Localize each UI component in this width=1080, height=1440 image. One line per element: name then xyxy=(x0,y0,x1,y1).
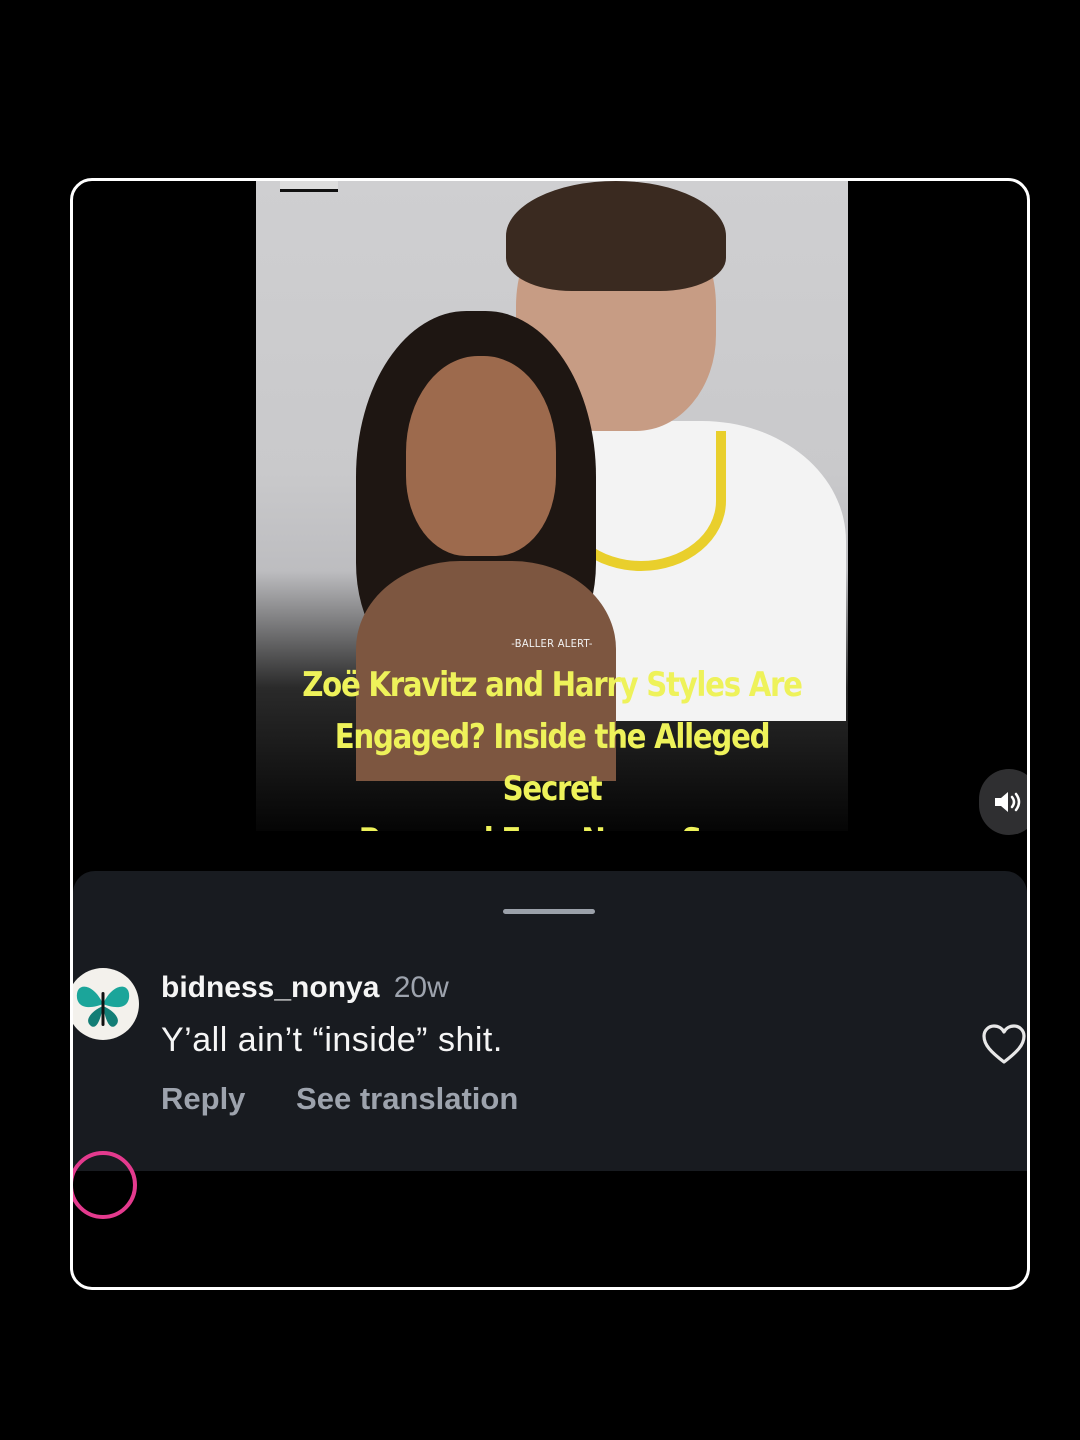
comment-text: Y’all ain’t “inside” shit. xyxy=(161,1021,503,1059)
reply-button[interactable]: Reply xyxy=(161,1081,245,1116)
comment-actions: Reply See translation xyxy=(161,1081,560,1117)
sheet-grabber[interactable] xyxy=(503,909,595,914)
logo-mark xyxy=(280,181,338,192)
video-frame: -BALLER ALERT- Zoë Kravitz and Harry Sty… xyxy=(70,178,1030,1290)
headline-line: Engaged? Inside the Alleged Secret xyxy=(334,717,771,809)
see-translation-button[interactable]: See translation xyxy=(296,1081,518,1116)
brand-label: -BALLER ALERT- xyxy=(511,637,593,650)
headline-line: Proposal Fans Never Saw Coming xyxy=(297,815,806,831)
headline: Zoë Kravitz and Harry Styles Are Engaged… xyxy=(297,659,806,831)
comment-timestamp: 20w xyxy=(393,971,449,1004)
comment-username[interactable]: bidness_nonya xyxy=(161,971,379,1004)
comments-sheet: bidness_nonya 20w Y’all ain’t “inside” s… xyxy=(73,871,1027,1219)
speaker-icon xyxy=(995,792,1021,812)
butterfly-icon xyxy=(76,986,130,1027)
sound-toggle-button[interactable] xyxy=(979,769,1027,835)
post-image[interactable]: -BALLER ALERT- Zoë Kravitz and Harry Sty… xyxy=(256,181,848,831)
photo-woman-face xyxy=(406,356,556,556)
butterfly-avatar[interactable] xyxy=(73,968,139,1040)
next-comment-avatar[interactable] xyxy=(73,1151,137,1219)
headline-line: Zoë Kravitz and Harry Styles Are xyxy=(302,665,803,705)
comment-header: bidness_nonya 20w xyxy=(161,971,449,1005)
photo-man-hair xyxy=(506,181,726,291)
heart-icon[interactable] xyxy=(981,1023,1027,1065)
